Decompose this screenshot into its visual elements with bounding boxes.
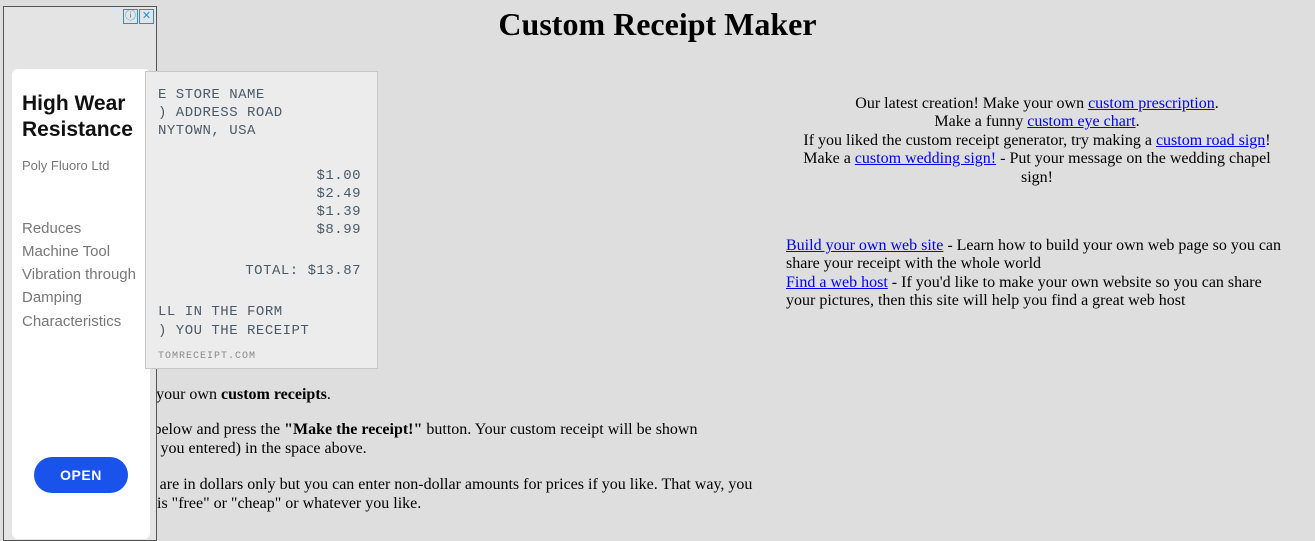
ad-description: Reduces Machine Tool Vibration through D… <box>22 217 140 458</box>
receipt-address: ) ADDRESS ROAD <box>158 104 363 122</box>
ad-close-icon[interactable]: ✕ <box>139 9 154 24</box>
receipt-footer: TOMRECEIPT.COM <box>158 351 256 362</box>
resource-links: Build your own web site - Learn how to b… <box>786 237 1288 311</box>
link-custom-road-sign[interactable]: custom road sign <box>1156 132 1265 149</box>
ad-card[interactable]: High Wear Resistance Poly Fluoro Ltd Red… <box>12 69 150 539</box>
right-column: Our latest creation! Make your own custo… <box>786 71 1296 529</box>
receipt-price-3: $1.39 <box>158 203 361 221</box>
ad-open-button[interactable]: OPEN <box>34 457 128 493</box>
receipt-preview: E STORE NAME ) ADDRESS ROAD NYTOWN, USA … <box>145 71 378 369</box>
ad-controls: ⓘ ✕ <box>123 9 154 24</box>
receipt-price-2: $2.49 <box>158 185 361 203</box>
instructions-text: e your own custom receipts. t below and … <box>145 385 766 513</box>
link-find-web-host[interactable]: Find a web host <box>786 274 888 291</box>
link-build-web-site[interactable]: Build your own web site <box>786 237 943 254</box>
ad-info-icon[interactable]: ⓘ <box>123 9 138 24</box>
receipt-city: NYTOWN, USA <box>158 122 363 140</box>
receipt-price-1: $1.00 <box>158 167 361 185</box>
receipt-store-name: E STORE NAME <box>158 86 363 104</box>
receipt-total: TOTAL: $13.87 <box>158 263 363 279</box>
ad-sidebar: ⓘ ✕ High Wear Resistance Poly Fluoro Ltd… <box>3 6 157 541</box>
link-custom-wedding-sign[interactable]: custom wedding sign! <box>855 150 996 167</box>
ad-title: High Wear Resistance <box>22 91 140 144</box>
receipt-instruction-1: LL IN THE FORM <box>158 303 363 321</box>
promo-block: Our latest creation! Make your own custo… <box>786 95 1288 187</box>
page-title: Custom Receipt Maker <box>0 6 1315 43</box>
link-custom-eye-chart[interactable]: custom eye chart <box>1027 113 1135 130</box>
ad-brand: Poly Fluoro Ltd <box>22 158 140 173</box>
link-custom-prescription[interactable]: custom prescription <box>1088 95 1215 112</box>
receipt-price-4: $8.99 <box>158 221 361 239</box>
receipt-instruction-2: ) YOU THE RECEIPT <box>158 322 363 340</box>
